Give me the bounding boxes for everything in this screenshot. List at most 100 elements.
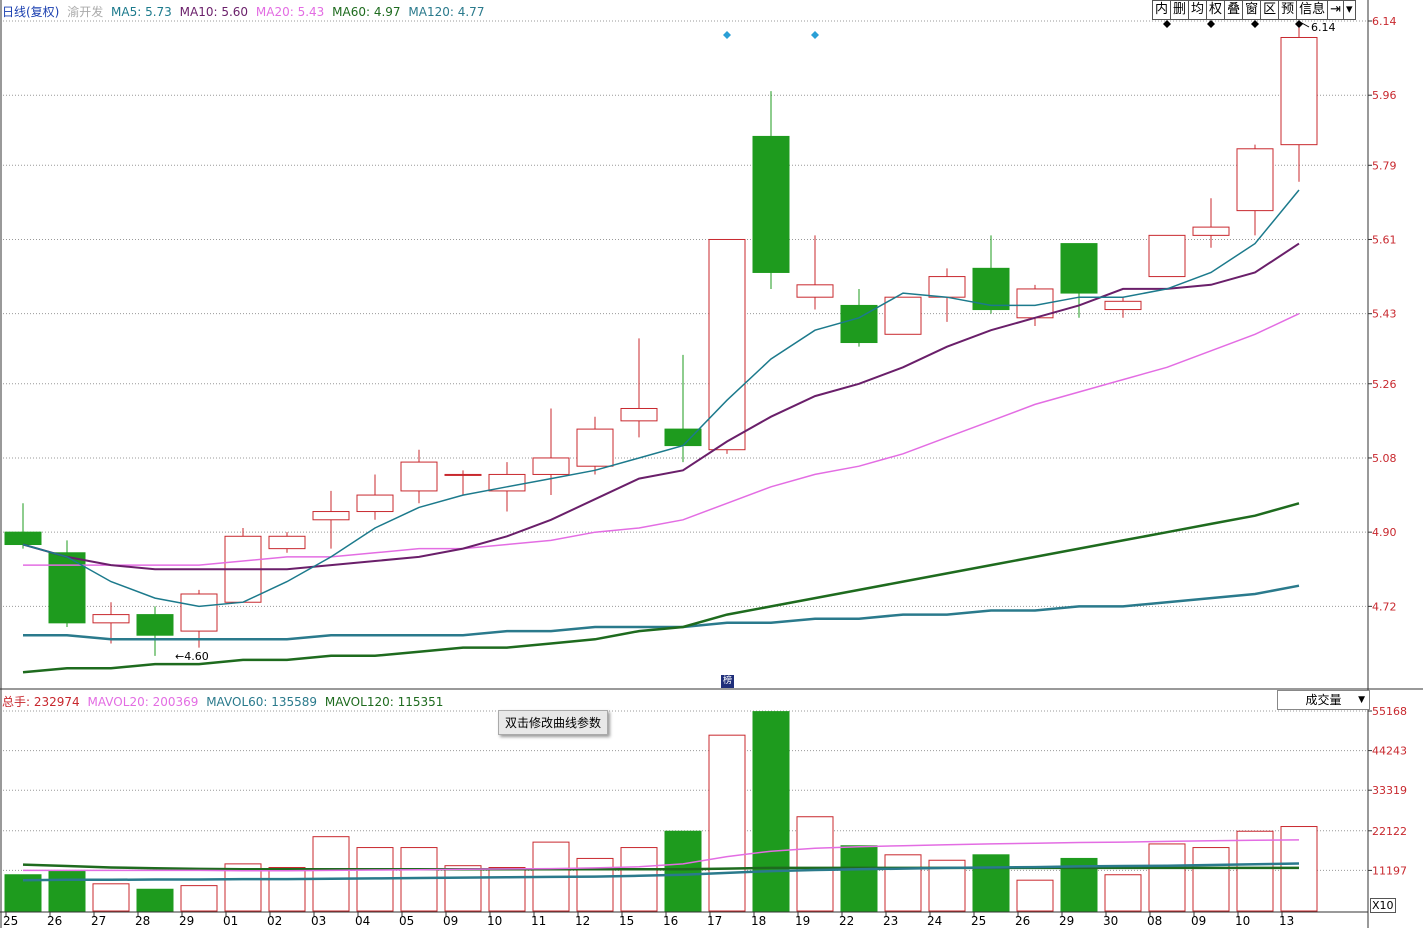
volume-bar (1236, 830, 1274, 912)
date-label: 26 (47, 914, 62, 928)
low-price-label: ←4.60 (175, 650, 209, 663)
date-label: 01 (223, 914, 238, 928)
volume-tick-label: 11197 (1372, 864, 1407, 877)
ma10-line (22, 242, 1300, 571)
board-marker-icon[interactable]: 榜 (721, 675, 734, 688)
volume-bar (576, 857, 614, 912)
volume-bar (708, 734, 746, 912)
candle-body (1280, 36, 1318, 146)
total-volume-label: 总手: (2, 695, 31, 709)
price-tick-label: 5.08 (1372, 452, 1397, 465)
scale-button[interactable]: X10 (1370, 898, 1396, 913)
volume-tick-label: 44243 (1372, 745, 1407, 758)
date-label: 16 (663, 914, 678, 928)
candle-body (444, 473, 482, 476)
price-tick-label: 5.79 (1372, 159, 1397, 172)
price-tick-label: 5.96 (1372, 89, 1397, 102)
ma20-label: MA20: 5.43 (255, 5, 325, 19)
volume-bar (884, 854, 922, 912)
candle-body (708, 238, 746, 451)
price-tick-label: 4.90 (1372, 526, 1397, 539)
toolbar-window-button[interactable]: 窗 (1242, 0, 1262, 20)
toolbar-range-button[interactable]: 区 (1260, 0, 1280, 20)
tooltip: 双击修改曲线参数 (498, 710, 609, 735)
high-price-label: 6.14 (1311, 21, 1336, 34)
date-label: 28 (135, 914, 150, 928)
date-label: 05 (399, 914, 414, 928)
date-label: 27 (91, 914, 106, 928)
toolbar-rights-button[interactable]: 权 (1206, 0, 1226, 20)
volume-bar (136, 888, 174, 912)
collapse-icon[interactable]: ⇥ (1327, 0, 1345, 20)
date-label: 09 (1191, 914, 1206, 928)
total-volume-value: 232974 (33, 695, 80, 709)
date-label: 03 (311, 914, 326, 928)
candle-body (620, 407, 658, 422)
date-label: 13 (1279, 914, 1294, 928)
volume-bar (752, 711, 790, 912)
candle-body (136, 614, 174, 636)
volume-bar (92, 883, 130, 912)
dropdown-arrow-icon[interactable]: ▾ (1343, 0, 1356, 20)
candle-body (1148, 234, 1186, 278)
price-grid: 6.14 5.96 5.79 5.61 5.43 5.26 5.08 4.90 4.72 (3, 15, 1397, 613)
date-label: 18 (751, 914, 766, 928)
candle-body (884, 296, 922, 335)
date-label: 29 (179, 914, 194, 928)
date-label: 08 (1147, 914, 1162, 928)
candle-body (400, 461, 438, 492)
date-label: 23 (883, 914, 898, 928)
candles (4, 21, 1318, 656)
mavol120-label: MAVOL120: 115351 (324, 695, 444, 709)
candle-body (268, 535, 306, 550)
volume-bar (268, 866, 306, 912)
mavol60-label: MAVOL60: 135589 (206, 695, 318, 709)
date-label: 26 (1015, 914, 1030, 928)
date-label: 25 (3, 914, 18, 928)
candle-body (312, 511, 350, 521)
candle-body (1192, 226, 1230, 236)
date-label: 25 (971, 914, 986, 928)
volume-bar (444, 865, 482, 912)
volume-bar (1148, 843, 1186, 912)
toolbar-delete-button[interactable]: 删 (1170, 0, 1190, 20)
stock-name: 渝开发 (67, 5, 104, 19)
toolbar-nei-button[interactable]: 内 (1152, 0, 1172, 20)
price-header: 日线(复权) 渝开发 MA5: 5.73 MA10: 5.60 MA20: 5.… (2, 3, 488, 20)
volume-bar (664, 830, 702, 912)
volume-tick-label: 22122 (1372, 825, 1407, 838)
date-label: 29 (1059, 914, 1074, 928)
candle-body (1236, 148, 1274, 212)
ma20-line (23, 313, 1300, 566)
date-label: 02 (267, 914, 282, 928)
ma60-line (22, 502, 1300, 674)
toolbar-average-button[interactable]: 均 (1188, 0, 1208, 20)
date-label: 09 (443, 914, 458, 928)
chart-toolbar: 内 删 均 权 叠 窗 区 预 信息 ⇥ ▾ (1152, 0, 1356, 20)
toolbar-info-button[interactable]: 信息 (1296, 0, 1329, 20)
indicator-select-label: 成交量 (1305, 693, 1342, 707)
date-label: 10 (487, 914, 502, 928)
volume-bar (840, 845, 878, 912)
chevron-down-icon: ▼ (1358, 695, 1365, 705)
volume-bar (796, 816, 834, 912)
date-label: 17 (707, 914, 722, 928)
chart-canvas[interactable]: 6.14 5.96 5.79 5.61 5.43 5.26 5.08 4.90 4.72 5516… (0, 0, 1423, 928)
signal-diamond-icon (723, 31, 731, 39)
date-label: 11 (531, 914, 546, 928)
toolbar-predict-button[interactable]: 预 (1278, 0, 1298, 20)
candle-body (532, 457, 570, 475)
candle-body (928, 276, 966, 298)
volume-bars (4, 711, 1318, 912)
ma120-label: MA120: 4.77 (408, 5, 485, 19)
date-label: 24 (927, 914, 942, 928)
price-tick-label: 5.26 (1372, 378, 1397, 391)
volume-bar (1192, 847, 1230, 912)
indicator-select[interactable]: 成交量 ▼ (1277, 690, 1370, 710)
date-label: 10 (1235, 914, 1250, 928)
price-tick-label: 6.14 (1372, 15, 1397, 28)
candle-body (356, 494, 394, 513)
toolbar-overlay-button[interactable]: 叠 (1224, 0, 1244, 20)
price-tick-label: 4.72 (1372, 600, 1397, 613)
volume-bar (1016, 879, 1054, 912)
